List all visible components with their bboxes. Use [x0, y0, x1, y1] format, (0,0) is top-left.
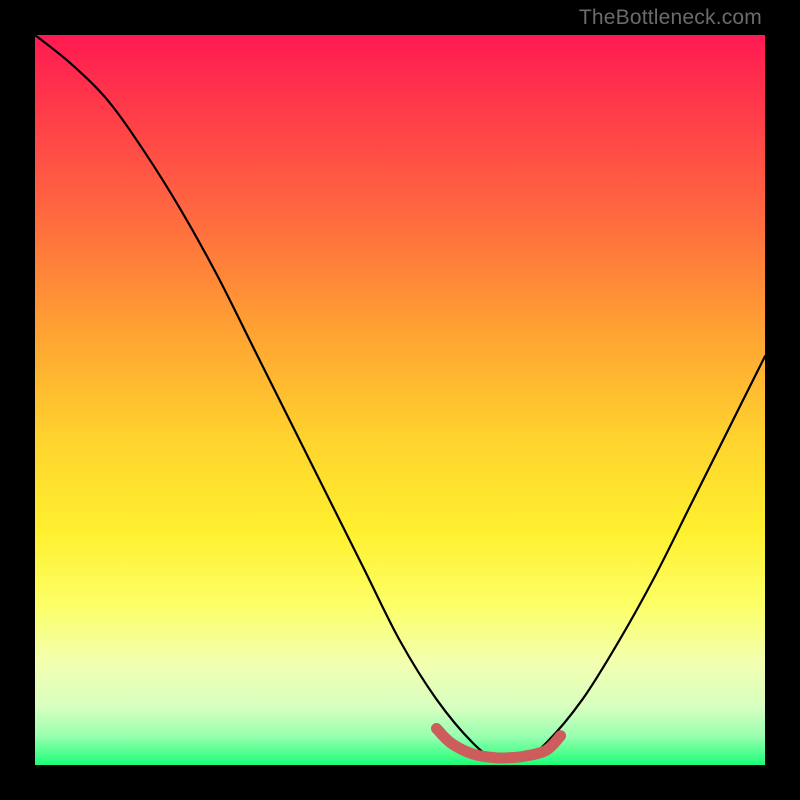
- plot-area: [35, 35, 765, 765]
- watermark-text: TheBottleneck.com: [579, 6, 762, 30]
- optimal-region-marker: [437, 729, 561, 759]
- bottleneck-curve-line: [35, 35, 765, 760]
- chart-frame: TheBottleneck.com: [0, 0, 800, 800]
- curve-svg: [35, 35, 765, 765]
